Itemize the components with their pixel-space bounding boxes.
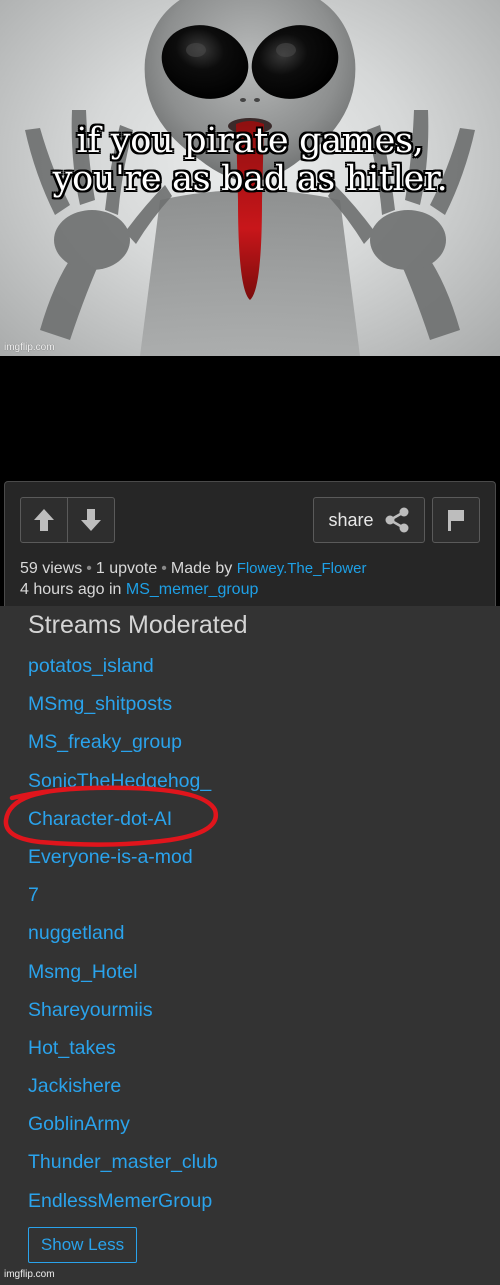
stream-item: Everyone-is-a-mod bbox=[28, 845, 218, 883]
imgflip-watermark: imgflip.com bbox=[4, 342, 55, 353]
post-stats: 59 views • 1 upvote • Made by Flowey.The_Flo… bbox=[20, 560, 366, 578]
stream-item: GoblinArmy bbox=[28, 1112, 218, 1150]
post-time-label: 4 hours ago in bbox=[20, 581, 122, 598]
stream-link[interactable]: Character-dot-AI bbox=[28, 808, 172, 830]
made-by-label: Made by bbox=[170, 560, 233, 577]
stream-item: Jackishere bbox=[28, 1074, 218, 1112]
stream-item: EndlessMemerGroup bbox=[28, 1189, 218, 1227]
stream-item: Hot_takes bbox=[28, 1036, 218, 1074]
stream-link[interactable]: potatos_island bbox=[28, 655, 154, 677]
stream-item: SonicTheHedgehog_ bbox=[28, 769, 218, 807]
meme-image: if you pirate games, you're as bad as hi… bbox=[0, 0, 500, 356]
stream-list: potatos_island MSmg_shitposts MS_freaky_… bbox=[28, 654, 218, 1227]
post-info-card: share 59 views • 1 upvote • Made by Flowey.T… bbox=[4, 481, 496, 606]
flag-icon bbox=[448, 510, 464, 531]
stream-link[interactable]: Thunder_master_club bbox=[28, 1151, 218, 1173]
stream-link[interactable]: 7 bbox=[28, 884, 39, 906]
stream-link[interactable]: Jackishere bbox=[28, 1075, 121, 1097]
meme-caption: if you pirate games, you're as bad as hi… bbox=[0, 122, 500, 198]
stream-link[interactable]: nuggetland bbox=[28, 922, 125, 944]
imgflip-watermark-bottom: imgflip.com bbox=[4, 1269, 55, 1280]
downvote-button[interactable] bbox=[68, 498, 114, 542]
stream-link[interactable]: Everyone-is-a-mod bbox=[28, 846, 193, 868]
stream-link[interactable]: MSmg_shitposts bbox=[28, 693, 172, 715]
stream-link[interactable]: SonicTheHedgehog_ bbox=[28, 770, 211, 792]
caption-line-2: you're as bad as hitler. bbox=[52, 159, 448, 199]
stream-link[interactable]: Shareyourmiis bbox=[28, 999, 153, 1021]
share-label: share bbox=[328, 509, 374, 530]
stream-item: nuggetland bbox=[28, 921, 218, 959]
flag-button[interactable] bbox=[432, 497, 480, 543]
stream-item: Thunder_master_club bbox=[28, 1150, 218, 1188]
streams-moderated-panel: Streams Moderated potatos_island MSmg_sh… bbox=[0, 606, 500, 1285]
show-less-button[interactable]: Show Less bbox=[28, 1227, 137, 1263]
streams-moderated-title: Streams Moderated bbox=[28, 611, 248, 639]
stream-link[interactable]: MS_freaky_group bbox=[28, 731, 182, 753]
stream-link[interactable]: Msmg_Hotel bbox=[28, 961, 137, 983]
stream-link[interactable]: Hot_takes bbox=[28, 1037, 116, 1059]
separator-dot: • bbox=[161, 560, 167, 577]
stream-item: MSmg_shitposts bbox=[28, 692, 218, 730]
upvote-button[interactable] bbox=[21, 498, 68, 542]
stream-item: 7 bbox=[28, 883, 218, 921]
stream-item: potatos_island bbox=[28, 654, 218, 692]
stream-link[interactable]: GoblinArmy bbox=[28, 1113, 130, 1135]
stream-link[interactable]: EndlessMemerGroup bbox=[28, 1190, 212, 1212]
stream-item: Shareyourmiis bbox=[28, 998, 218, 1036]
stream-item: Character-dot-AI bbox=[28, 807, 218, 845]
vote-buttons bbox=[20, 497, 115, 543]
post-time: 4 hours ago in MS_memer_group bbox=[20, 581, 258, 599]
views-count: 59 views bbox=[20, 560, 83, 577]
arrow-up-icon bbox=[34, 509, 54, 531]
stream-item: Msmg_Hotel bbox=[28, 960, 218, 998]
stream-item: MS_freaky_group bbox=[28, 730, 218, 768]
black-spacer bbox=[0, 356, 500, 480]
share-icon bbox=[385, 507, 409, 533]
share-button[interactable]: share bbox=[313, 497, 425, 543]
separator-dot: • bbox=[86, 560, 92, 577]
author-link[interactable]: Flowey.The_Flower bbox=[237, 560, 367, 577]
upvote-count: 1 upvote bbox=[95, 560, 158, 577]
stream-link[interactable]: MS_memer_group bbox=[126, 581, 259, 598]
arrow-down-icon bbox=[81, 509, 101, 531]
caption-line-1: if you pirate games, bbox=[76, 121, 424, 161]
